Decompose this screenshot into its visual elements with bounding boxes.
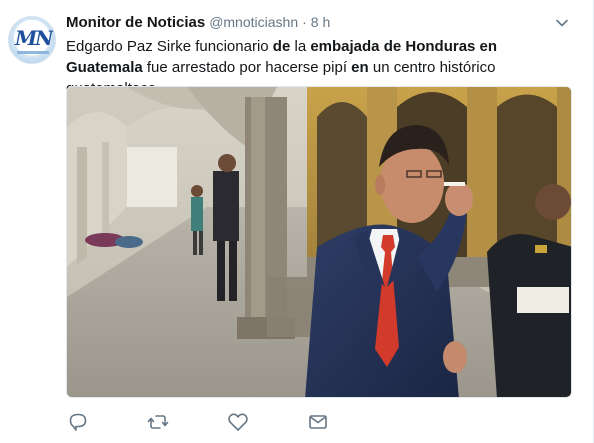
tweet-text-part: fue arrestado por hacerse pipí — [142, 59, 352, 76]
chevron-down-icon[interactable] — [555, 16, 569, 30]
tweet-text-part: la — [290, 38, 311, 55]
tweet-actions — [66, 410, 366, 434]
tweet-card[interactable]: MN Monitor de Noticias @mnoticiashn · 8 … — [0, 0, 594, 443]
tweet-text-part-bold: de — [272, 38, 291, 55]
photo-scene — [67, 87, 571, 397]
avatar-logo-text: MN — [15, 26, 53, 50]
author-name[interactable]: Monitor de Noticias — [66, 14, 205, 31]
envelope-icon[interactable] — [306, 410, 330, 434]
tweet-header: Monitor de Noticias @mnoticiashn · 8 h — [66, 14, 330, 34]
tweet-photo[interactable] — [66, 86, 572, 398]
retweet-icon[interactable] — [146, 410, 170, 434]
author-handle[interactable]: @mnoticiashn — [209, 14, 298, 30]
tweet-text-part-bold: en — [351, 59, 369, 76]
avatar-logo-underline — [17, 51, 49, 54]
reply-icon[interactable] — [66, 410, 90, 434]
avatar[interactable]: MN — [8, 16, 56, 64]
tweet-text-part: Edgardo Paz Sirke funcionario — [66, 38, 273, 55]
heart-icon[interactable] — [226, 410, 250, 434]
header-separator: · — [302, 14, 307, 30]
tweet-timestamp[interactable]: 8 h — [311, 14, 330, 30]
